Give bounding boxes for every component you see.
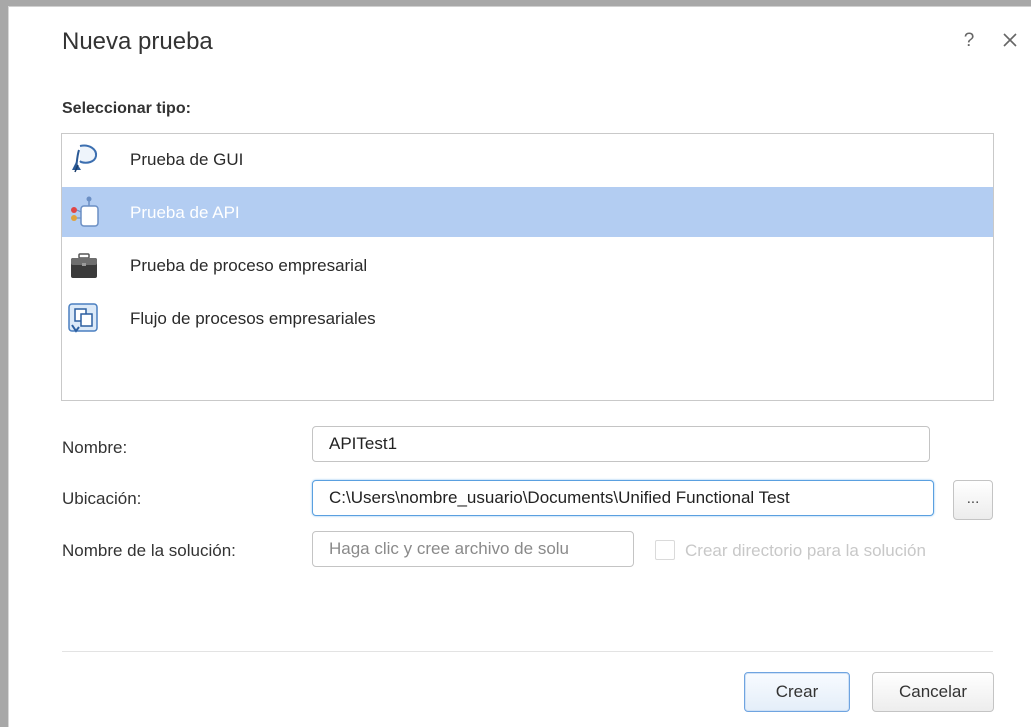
test-type-list[interactable]: Prueba de GUI Prueba de API Prueba de pr… — [61, 133, 994, 401]
create-button[interactable]: Crear — [744, 672, 850, 712]
browse-button[interactable]: ... — [953, 480, 993, 520]
cancel-button[interactable]: Cancelar — [872, 672, 994, 712]
process-flow-icon — [68, 303, 98, 333]
window-frame-left — [0, 0, 8, 727]
solution-name-label: Nombre de la solución: — [62, 541, 236, 560]
type-item-business-process-flow[interactable]: Flujo de procesos empresariales — [62, 293, 993, 343]
type-item-label: Prueba de proceso empresarial — [130, 256, 368, 275]
create-solution-dir-checkbox[interactable] — [655, 540, 675, 560]
window-frame-top-inner — [8, 6, 1031, 7]
gui-test-icon — [72, 144, 98, 173]
solution-name-input[interactable] — [312, 531, 634, 567]
help-button[interactable]: ? — [958, 30, 980, 52]
window-frame-left-inner — [8, 6, 9, 727]
location-label: Ubicación: — [62, 489, 142, 508]
type-item-api-test[interactable]: Prueba de API — [62, 187, 993, 237]
name-input[interactable] — [312, 426, 930, 462]
type-item-label: Prueba de API — [130, 203, 240, 222]
type-item-gui-test[interactable]: Prueba de GUI — [62, 134, 993, 184]
create-solution-dir-label: Crear directorio para la solución — [685, 541, 926, 560]
dialog-title: Nueva prueba — [62, 28, 213, 55]
briefcase-icon — [71, 253, 97, 278]
type-item-label: Prueba de GUI — [130, 150, 244, 169]
close-icon — [1003, 33, 1017, 47]
select-type-label: Seleccionar tipo: — [62, 100, 191, 117]
name-label: Nombre: — [62, 438, 128, 457]
type-item-label: Flujo de procesos empresariales — [130, 309, 376, 328]
location-input[interactable] — [312, 480, 934, 516]
type-item-business-process-test[interactable]: Prueba de proceso empresarial — [62, 240, 993, 290]
footer-divider — [62, 651, 993, 652]
close-button[interactable] — [998, 28, 1022, 52]
api-test-icon — [71, 196, 99, 227]
